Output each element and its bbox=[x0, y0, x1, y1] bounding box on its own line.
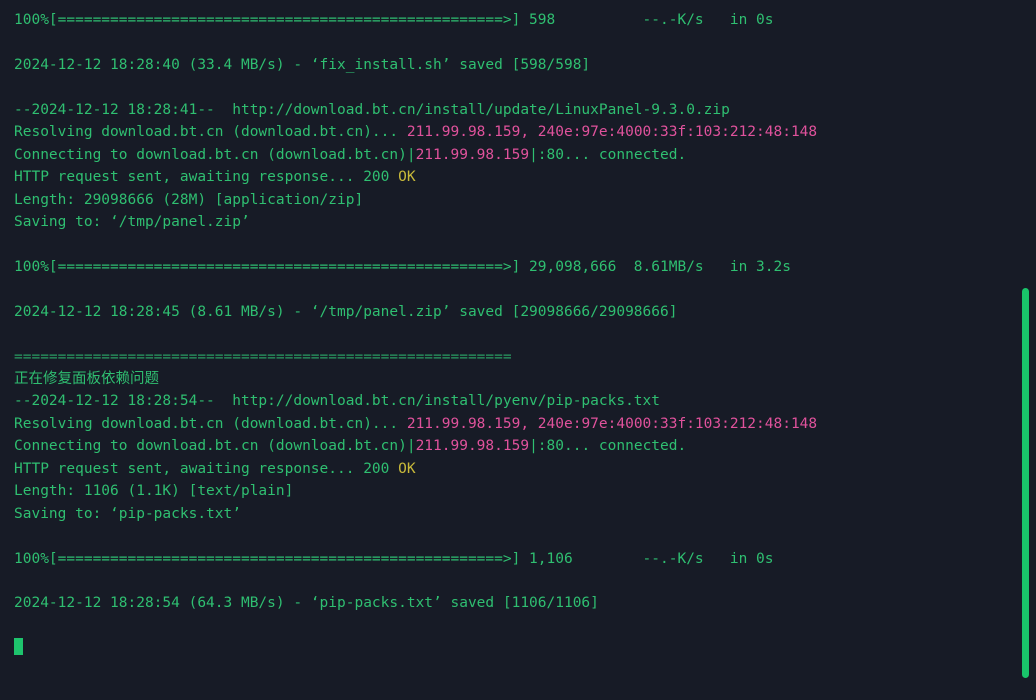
terminal-line-resolving-panel: Resolving download.bt.cn (download.bt.cn… bbox=[14, 121, 1036, 143]
terminal-text-segment: Connecting to download.bt.cn (download.b… bbox=[14, 146, 416, 163]
terminal-line-wget-start-panel: --2024-12-12 18:28:41-- http://download.… bbox=[14, 99, 1036, 121]
terminal-line-blank-1 bbox=[14, 31, 1036, 53]
terminal-line-progress-3: 100%[===================================… bbox=[14, 548, 1036, 570]
terminal-text-segment: Length: 29098666 (28M) [application/zip] bbox=[14, 191, 364, 208]
terminal-line-http-response-panel: HTTP request sent, awaiting response... … bbox=[14, 166, 1036, 188]
terminal-text-segment: OK bbox=[398, 169, 416, 186]
terminal-cursor-line bbox=[14, 637, 1036, 659]
terminal-text-segment: Connecting to download.bt.cn (download.b… bbox=[14, 438, 416, 455]
terminal-line-blank-7 bbox=[14, 570, 1036, 592]
terminal-line-blank-8 bbox=[14, 615, 1036, 637]
terminal-text-segment: Length: 1106 (1.1K) [text/plain] bbox=[14, 483, 294, 500]
terminal-line-progress-1: 100%[===================================… bbox=[14, 9, 1036, 31]
terminal-line-saving-pip: Saving to: ‘pip-packs.txt’ bbox=[14, 503, 1036, 525]
terminal-line-saving-panel: Saving to: ‘/tmp/panel.zip’ bbox=[14, 211, 1036, 233]
terminal-text-segment: 100%[===================================… bbox=[14, 12, 556, 28]
terminal-line-connecting-pip: Connecting to download.bt.cn (download.b… bbox=[14, 435, 1036, 457]
terminal-window[interactable]: 100%[===================================… bbox=[0, 0, 1036, 700]
terminal-text-segment: 2024-12-12 18:28:54 (64.3 MB/s) - ‘pip-p… bbox=[14, 595, 599, 612]
terminal-text-segment: 211.99.98.159, 240e:97e:4000:33f:103:212… bbox=[406, 124, 818, 141]
terminal-text-segment: ========================================… bbox=[14, 348, 512, 365]
terminal-text-segment: 211.99.98.159 bbox=[415, 438, 530, 455]
terminal-line-separator: ========================================… bbox=[14, 346, 1036, 368]
terminal-line-blank-4 bbox=[14, 278, 1036, 300]
terminal-text-segment: OK bbox=[398, 460, 416, 477]
vertical-scrollbar[interactable] bbox=[1022, 288, 1029, 678]
terminal-text-segment: |:80... connected. bbox=[529, 146, 687, 163]
terminal-text-segment: --2024-12-12 18:28:54-- http://download.… bbox=[14, 393, 661, 410]
terminal-line-saved-pip-packs: 2024-12-12 18:28:54 (64.3 MB/s) - ‘pip-p… bbox=[14, 592, 1036, 614]
terminal-line-wget-start-pip: --2024-12-12 18:28:54-- http://download.… bbox=[14, 390, 1036, 412]
terminal-line-saved-panel-zip: 2024-12-12 18:28:45 (8.61 MB/s) - ‘/tmp/… bbox=[14, 301, 1036, 323]
terminal-text-segment: Saving to: ‘/tmp/panel.zip’ bbox=[14, 213, 250, 230]
terminal-line-blank-6 bbox=[14, 525, 1036, 547]
terminal-output-area: 100%[===================================… bbox=[14, 9, 1036, 660]
terminal-line-length-panel: Length: 29098666 (28M) [application/zip] bbox=[14, 189, 1036, 211]
terminal-line-length-pip: Length: 1106 (1.1K) [text/plain] bbox=[14, 480, 1036, 502]
terminal-line-blank-2 bbox=[14, 76, 1036, 98]
terminal-text-segment: 100%[===================================… bbox=[14, 258, 809, 275]
terminal-text-segment: Resolving download.bt.cn (download.bt.cn… bbox=[14, 124, 407, 141]
terminal-line-progress-2: 100%[===================================… bbox=[14, 256, 1036, 278]
terminal-text-segment: 2024-12-12 18:28:45 (8.61 MB/s) - ‘/tmp/… bbox=[14, 303, 678, 320]
terminal-text-segment: HTTP request sent, awaiting response... … bbox=[14, 169, 399, 186]
terminal-line-http-response-pip: HTTP request sent, awaiting response... … bbox=[14, 458, 1036, 480]
terminal-line-connecting-panel: Connecting to download.bt.cn (download.b… bbox=[14, 144, 1036, 166]
terminal-text-segment: --2024-12-12 18:28:41-- http://download.… bbox=[14, 101, 730, 118]
cursor-block bbox=[14, 638, 23, 656]
terminal-text-segment: 正在修复面板依赖问题 bbox=[14, 371, 159, 387]
terminal-text-segment: 211.99.98.159, 240e:97e:4000:33f:103:212… bbox=[406, 415, 818, 432]
terminal-line-blank-3 bbox=[14, 233, 1036, 255]
terminal-text-segment: Saving to: ‘pip-packs.txt’ bbox=[14, 505, 241, 522]
terminal-text-segment: 2024-12-12 18:28:40 (33.4 MB/s) - ‘fix_i… bbox=[14, 56, 591, 73]
terminal-line-saved-fix-install: 2024-12-12 18:28:40 (33.4 MB/s) - ‘fix_i… bbox=[14, 54, 1036, 76]
terminal-text-segment: --.-K/s in 0s bbox=[555, 12, 809, 28]
terminal-text-segment: 211.99.98.159 bbox=[415, 146, 530, 163]
terminal-text-segment: |:80... connected. bbox=[529, 438, 687, 455]
terminal-text-segment: 100%[===================================… bbox=[14, 550, 573, 567]
terminal-line-resolving-pip: Resolving download.bt.cn (download.bt.cn… bbox=[14, 413, 1036, 435]
terminal-text-segment: --.-K/s in 0s bbox=[572, 550, 809, 567]
terminal-text-segment: Resolving download.bt.cn (download.bt.cn… bbox=[14, 415, 407, 432]
terminal-line-status-chinese: 正在修复面板依赖问题 bbox=[14, 368, 1036, 390]
terminal-text-segment: HTTP request sent, awaiting response... … bbox=[14, 460, 399, 477]
terminal-line-blank-5 bbox=[14, 323, 1036, 345]
